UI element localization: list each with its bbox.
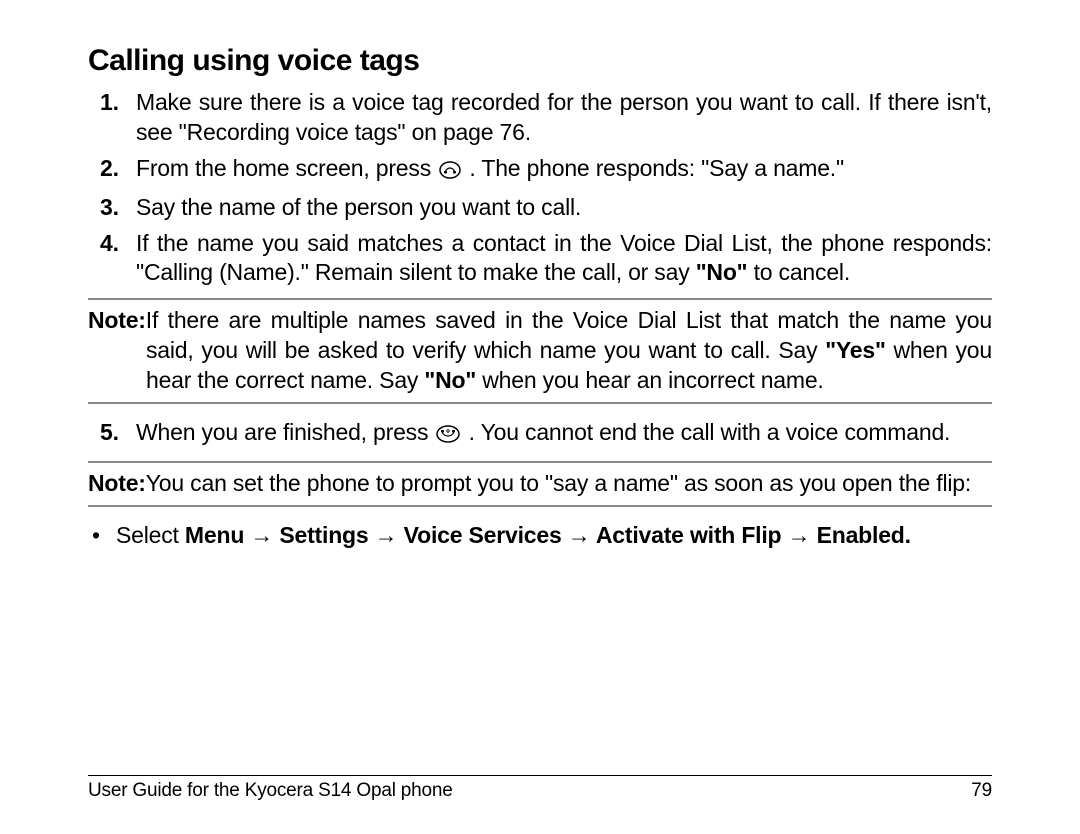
footer-left: User Guide for the Kyocera S14 Opal phon… — [88, 780, 453, 802]
note-2-t1: You can set the phone to prompt you to "… — [146, 470, 971, 496]
step-list: Make sure there is a voice tag recorded … — [88, 88, 992, 288]
note-1: Note:If there are multiple names saved i… — [88, 298, 992, 404]
note-1-t3: when you hear an incorrect name. — [476, 367, 824, 393]
call-key-icon — [439, 157, 461, 187]
step-3: Say the name of the person you want to c… — [136, 193, 992, 223]
step-5: When you are finished, press . You canno… — [136, 418, 992, 451]
page-footer: User Guide for the Kyocera S14 Opal phon… — [88, 775, 992, 802]
step-1: Make sure there is a voice tag recorded … — [136, 88, 992, 148]
bullet-pre: Select — [116, 522, 185, 548]
step-5b: . You cannot end the call with a voice c… — [462, 419, 950, 445]
footer-page-number: 79 — [971, 780, 992, 802]
bullet-item: Select Menu → Settings → Voice Services … — [88, 521, 992, 551]
step-2: From the home screen, press . The phone … — [136, 154, 992, 187]
step-2a: From the home screen, press — [136, 155, 437, 181]
step-5a: When you are finished, press — [136, 419, 434, 445]
step-4-no: "No" — [696, 259, 748, 285]
document-page: Calling using voice tags Make sure there… — [0, 0, 1080, 571]
note-1-no: "No" — [424, 367, 476, 393]
note-2: Note:You can set the phone to prompt you… — [88, 461, 992, 507]
page-title: Calling using voice tags — [88, 44, 992, 78]
end-key-icon — [436, 421, 460, 451]
step-4b: to cancel. — [747, 259, 850, 285]
step-list-cont: When you are finished, press . You canno… — [88, 418, 992, 451]
step-4: If the name you said matches a contact i… — [136, 229, 992, 289]
note-1-yes: "Yes" — [825, 337, 885, 363]
step-2b: . The phone responds: "Say a name." — [463, 155, 844, 181]
bullet-path: Menu → Settings → Voice Services → Activ… — [185, 522, 911, 548]
note-1-label: Note: — [88, 307, 146, 333]
note-2-label: Note: — [88, 470, 146, 496]
step-1-text: Make sure there is a voice tag recorded … — [136, 89, 992, 145]
step-3-text: Say the name of the person you want to c… — [136, 194, 581, 220]
step-4a: If the name you said matches a contact i… — [136, 230, 992, 286]
